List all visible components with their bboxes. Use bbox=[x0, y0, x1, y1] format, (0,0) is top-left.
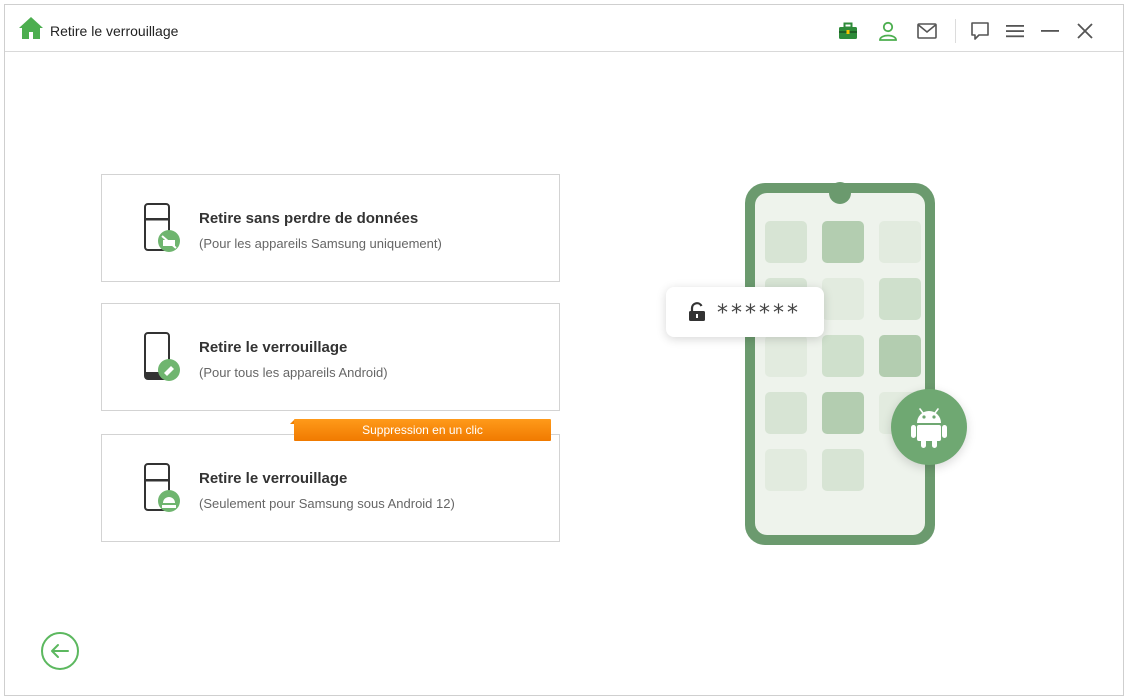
app-tile bbox=[822, 449, 864, 491]
app-tile bbox=[765, 449, 807, 491]
app-tile bbox=[879, 278, 921, 320]
option-subtitle: (Pour les appareils Samsung uniquement) bbox=[199, 236, 442, 251]
samsung-android12-phone-icon bbox=[144, 463, 180, 512]
app-tile bbox=[822, 335, 864, 377]
samsung-phone-icon bbox=[144, 203, 180, 252]
app-tile bbox=[879, 221, 921, 263]
back-button[interactable] bbox=[41, 632, 79, 670]
option-subtitle: (Pour tous les appareils Android) bbox=[199, 365, 388, 380]
app-title: Retire le verrouillage bbox=[50, 23, 179, 39]
mail-icon[interactable] bbox=[916, 20, 938, 42]
unlock-icon bbox=[689, 302, 705, 321]
app-tile bbox=[765, 335, 807, 377]
minimize-icon[interactable] bbox=[1039, 20, 1061, 42]
option-subtitle: (Seulement pour Samsung sous Android 12) bbox=[199, 496, 455, 511]
app-tile bbox=[822, 392, 864, 434]
password-bubble: ****** bbox=[666, 287, 824, 337]
option-title: Retire le verrouillage bbox=[199, 470, 348, 487]
one-click-badge: Suppression en un clic bbox=[294, 419, 551, 441]
android-phone-erase-icon bbox=[144, 332, 180, 381]
phone-illustration bbox=[745, 182, 935, 545]
app-tile bbox=[765, 221, 807, 263]
menu-icon[interactable] bbox=[1004, 20, 1026, 42]
feedback-icon[interactable] bbox=[969, 20, 991, 42]
app-tile bbox=[822, 221, 864, 263]
option-title: Retire le verrouillage bbox=[199, 339, 348, 356]
android-icon bbox=[911, 408, 947, 448]
app-tile bbox=[879, 335, 921, 377]
option-remove-without-data-loss[interactable]: Retire sans perdre de données (Pour les … bbox=[101, 174, 560, 282]
app-tile bbox=[822, 278, 864, 320]
arrow-left-icon bbox=[51, 644, 69, 658]
toolbox-icon[interactable] bbox=[837, 20, 859, 42]
option-title: Retire sans perdre de données bbox=[199, 210, 419, 227]
option-remove-lock-samsung-android12[interactable]: Retire le verrouillage (Seulement pour S… bbox=[101, 434, 560, 542]
password-mask: ****** bbox=[717, 301, 801, 326]
close-icon[interactable] bbox=[1074, 20, 1096, 42]
toolbar-divider bbox=[955, 19, 956, 43]
home-icon[interactable] bbox=[18, 16, 44, 40]
option-remove-lock-all-android[interactable]: Retire le verrouillage (Pour tous les ap… bbox=[101, 303, 560, 411]
account-icon[interactable] bbox=[877, 20, 899, 42]
title-bar: Retire le verrouillage bbox=[5, 5, 1123, 52]
android-badge bbox=[891, 389, 967, 465]
app-tile bbox=[765, 392, 807, 434]
